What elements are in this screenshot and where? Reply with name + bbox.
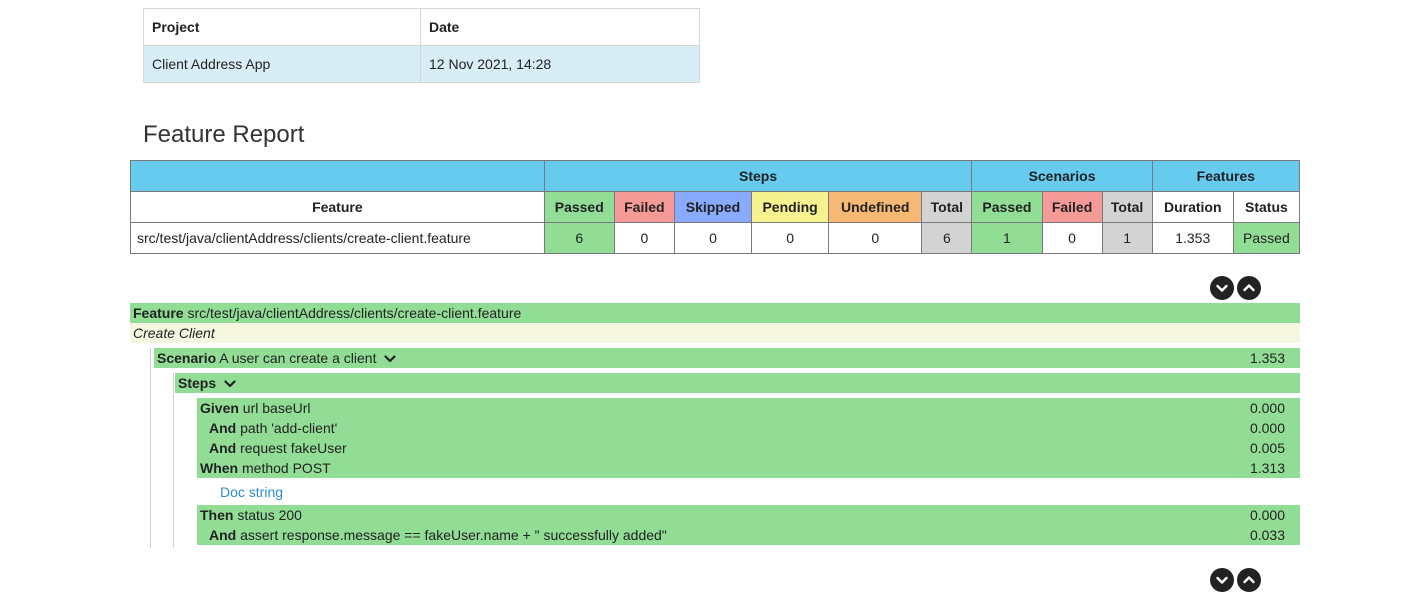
date-header: Date	[420, 8, 700, 46]
col-scenarios-total: Total	[1101, 191, 1153, 223]
report-blank-header	[130, 160, 545, 192]
toggle-group-top	[1210, 276, 1261, 300]
scenario-tree-line	[150, 348, 151, 548]
col-steps-failed: Failed	[613, 191, 675, 223]
project-header: Project	[143, 8, 421, 46]
feature-report-table: Steps Scenarios Features Feature Passed …	[130, 160, 1301, 254]
expand-all-button[interactable]	[1210, 568, 1234, 592]
step-duration: 0.000	[1249, 400, 1285, 416]
cell-steps-failed: 0	[613, 222, 675, 254]
step-keyword: And	[209, 420, 237, 436]
feature-bar: Feature src/test/java/clientAddress/clie…	[130, 303, 1300, 323]
chevron-down-icon[interactable]	[384, 354, 396, 364]
step-row: Given url baseUrl 0.000	[197, 398, 1300, 418]
step-text: status 200	[237, 507, 302, 523]
step-keyword: And	[209, 440, 237, 456]
step-text: path 'add-client'	[240, 420, 338, 436]
steps-bar[interactable]: Steps	[175, 373, 1300, 393]
scenarios-group-header: Scenarios	[971, 160, 1153, 192]
feature-keyword: Feature	[133, 305, 184, 321]
collapse-all-button[interactable]	[1237, 276, 1261, 300]
cell-steps-pending: 0	[751, 222, 830, 254]
col-steps-pending: Pending	[751, 191, 830, 223]
col-scenarios-passed: Passed	[971, 191, 1043, 223]
feature-link[interactable]: src/test/java/clientAddress/clients/crea…	[130, 222, 545, 254]
expand-all-button[interactable]	[1210, 276, 1234, 300]
step-keyword: Then	[200, 507, 234, 523]
cell-scenarios-failed: 0	[1041, 222, 1103, 254]
step-keyword: When	[200, 460, 239, 476]
col-steps-passed: Passed	[543, 191, 615, 223]
step-row: And path 'add-client' 0.000	[197, 418, 1300, 438]
scenario-duration: 1.353	[1249, 350, 1285, 366]
cell-duration: 1.353	[1151, 222, 1234, 254]
report-group-row: Steps Scenarios Features	[130, 160, 1301, 192]
step-text: request fakeUser	[240, 440, 347, 456]
col-steps-undefined: Undefined	[828, 191, 923, 223]
feature-description: Create Client	[130, 323, 1300, 343]
cell-steps-total: 6	[921, 222, 973, 254]
col-duration: Duration	[1151, 191, 1234, 223]
date-value: 12 Nov 2021, 14:28	[420, 45, 700, 83]
meta-value-row: Client Address App 12 Nov 2021, 14:28	[143, 45, 700, 83]
chevron-down-icon[interactable]	[224, 379, 236, 389]
scenario-name: A user can create a client	[219, 350, 377, 366]
cell-steps-passed: 6	[543, 222, 615, 254]
status-badge: Passed	[1232, 222, 1301, 254]
step-keyword: Given	[200, 400, 239, 416]
cell-scenarios-passed: 1	[971, 222, 1043, 254]
meta-header-row: Project Date	[143, 8, 700, 46]
step-duration: 1.313	[1249, 460, 1285, 476]
step-text: method POST	[242, 460, 331, 476]
step-row: And assert response.message == fakeUser.…	[197, 525, 1300, 545]
col-steps-total: Total	[921, 191, 973, 223]
toggle-group-bottom	[1210, 568, 1261, 592]
scenario-bar[interactable]: Scenario A user can create a client 1.35…	[154, 348, 1300, 368]
chevron-up-icon	[1243, 284, 1255, 292]
cell-scenarios-total: 1	[1101, 222, 1153, 254]
table-row: src/test/java/clientAddress/clients/crea…	[130, 222, 1301, 254]
step-row: Then status 200 0.000	[197, 505, 1300, 525]
scenario-keyword: Scenario	[157, 350, 217, 366]
step-text: assert response.message == fakeUser.name…	[240, 527, 667, 543]
col-steps-skipped: Skipped	[673, 191, 753, 223]
steps-label: Steps	[178, 375, 217, 391]
report-column-row: Feature Passed Failed Skipped Pending Un…	[130, 191, 1301, 223]
chevron-down-icon	[1216, 284, 1228, 292]
step-duration: 0.000	[1249, 507, 1285, 523]
steps-tree-line	[173, 373, 174, 548]
collapse-all-button[interactable]	[1237, 568, 1261, 592]
cell-steps-undefined: 0	[828, 222, 923, 254]
features-group-header: Features	[1151, 160, 1301, 192]
step-duration: 0.005	[1249, 440, 1285, 456]
feature-name: src/test/java/clientAddress/clients/crea…	[187, 305, 522, 321]
col-scenarios-failed: Failed	[1041, 191, 1103, 223]
step-row: When method POST 1.313	[197, 458, 1300, 478]
cell-steps-skipped: 0	[673, 222, 753, 254]
steps-group-header: Steps	[543, 160, 973, 192]
doc-string-link[interactable]: Doc string	[220, 484, 283, 500]
chevron-up-icon	[1243, 576, 1255, 584]
meta-table: Project Date Client Address App 12 Nov 2…	[143, 8, 700, 83]
step-keyword: And	[209, 527, 237, 543]
page-title: Feature Report	[143, 121, 305, 148]
step-text: url baseUrl	[242, 400, 311, 416]
col-feature: Feature	[130, 191, 545, 223]
step-row: And request fakeUser 0.005	[197, 438, 1300, 458]
step-duration: 0.000	[1249, 420, 1285, 436]
chevron-down-icon	[1216, 576, 1228, 584]
col-status: Status	[1232, 191, 1301, 223]
project-value: Client Address App	[143, 45, 421, 83]
step-duration: 0.033	[1249, 527, 1285, 543]
